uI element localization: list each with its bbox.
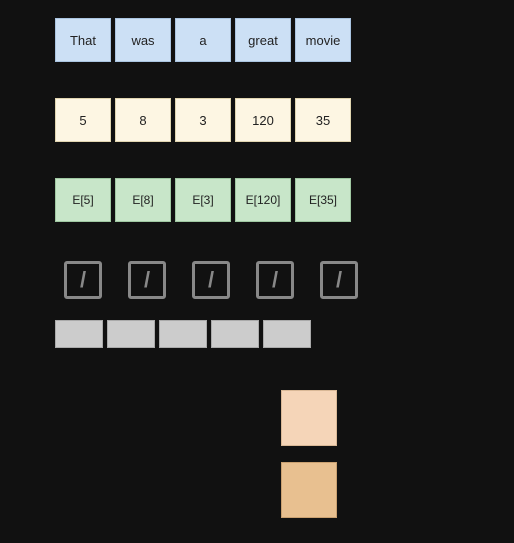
num-120: 120 xyxy=(235,98,291,142)
small-box-4 xyxy=(211,320,259,348)
words-row: That was a great movie xyxy=(55,18,351,62)
embedding-35: E[35] xyxy=(295,178,351,222)
slash-icon-5 xyxy=(311,258,367,302)
word-was: was xyxy=(115,18,171,62)
word-movie: movie xyxy=(295,18,351,62)
word-a: a xyxy=(175,18,231,62)
small-boxes-row xyxy=(55,320,311,348)
slash-icon-3 xyxy=(183,258,239,302)
slash-shape-3 xyxy=(192,261,230,299)
word-great: great xyxy=(235,18,291,62)
slash-icons-row xyxy=(55,258,367,302)
slash-shape-5 xyxy=(320,261,358,299)
num-5: 5 xyxy=(55,98,111,142)
embedding-row: E[5] E[8] E[3] E[120] E[35] xyxy=(55,178,351,222)
embedding-8: E[8] xyxy=(115,178,171,222)
small-box-1 xyxy=(55,320,103,348)
num-3: 3 xyxy=(175,98,231,142)
slash-shape-4 xyxy=(256,261,294,299)
output-cell-1 xyxy=(281,390,337,446)
slash-icon-1 xyxy=(55,258,111,302)
embedding-3: E[3] xyxy=(175,178,231,222)
slash-shape-2 xyxy=(128,261,166,299)
small-box-2 xyxy=(107,320,155,348)
output-cell-2 xyxy=(281,462,337,518)
embedding-120: E[120] xyxy=(235,178,291,222)
small-box-3 xyxy=(159,320,207,348)
embedding-5: E[5] xyxy=(55,178,111,222)
word-that: That xyxy=(55,18,111,62)
num-35: 35 xyxy=(295,98,351,142)
slash-icon-4 xyxy=(247,258,303,302)
small-box-5 xyxy=(263,320,311,348)
slash-icon-2 xyxy=(119,258,175,302)
num-8: 8 xyxy=(115,98,171,142)
numbers-row: 5 8 3 120 35 xyxy=(55,98,351,142)
slash-shape-1 xyxy=(64,261,102,299)
